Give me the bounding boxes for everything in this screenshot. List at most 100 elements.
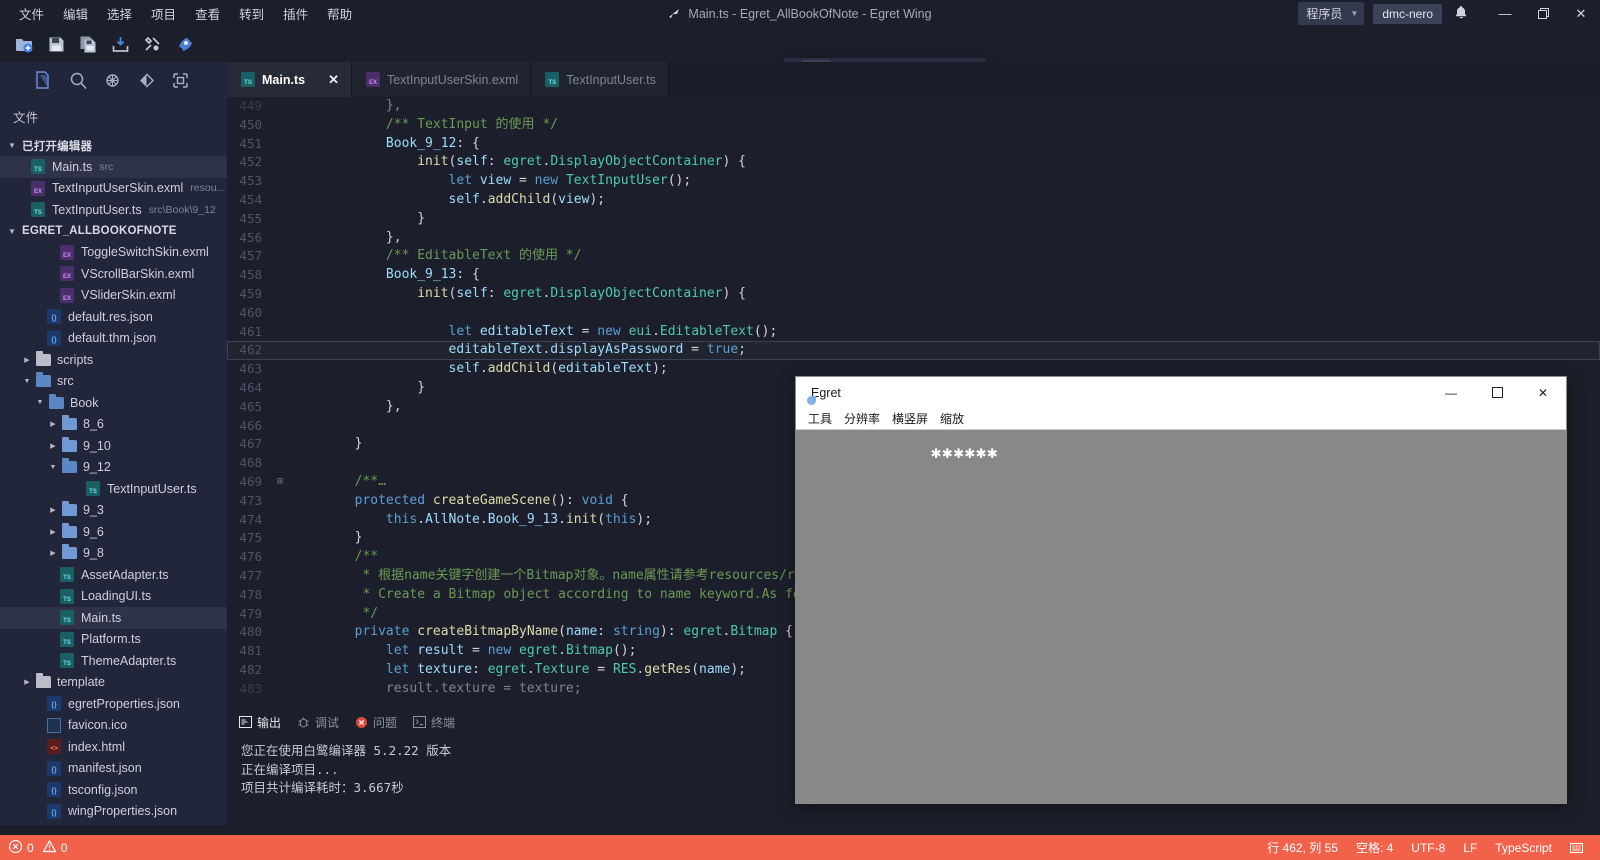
- chevron-right-icon[interactable]: ▶: [47, 442, 59, 450]
- code-line[interactable]: 458 Book_9_13: {: [227, 266, 1600, 285]
- panel-tab[interactable]: 终端: [413, 714, 455, 731]
- egret-minimize-button[interactable]: —: [1428, 377, 1474, 408]
- tree-file[interactable]: index.html: [0, 736, 227, 758]
- tree-file[interactable]: egretProperties.json: [0, 693, 227, 715]
- egret-maximize-button[interactable]: [1474, 377, 1520, 408]
- window-close-button[interactable]: ✕: [1562, 0, 1600, 27]
- fold-expand-icon[interactable]: ⊞: [272, 473, 288, 492]
- extensions-icon[interactable]: [168, 68, 192, 92]
- code-line[interactable]: 455 }: [227, 210, 1600, 229]
- code-line[interactable]: 449 },: [227, 97, 1600, 116]
- window-minimize-button[interactable]: —: [1486, 0, 1524, 27]
- encoding-setting[interactable]: UTF-8: [1402, 841, 1454, 855]
- menu-item-plugin[interactable]: 插件: [274, 0, 317, 27]
- chevron-down-icon[interactable]: ▼: [47, 464, 59, 471]
- egret-game-canvas[interactable]: ✱✱✱✱✱✱: [796, 430, 1566, 803]
- code-line[interactable]: 452 init(self: egret.DisplayObjectContai…: [227, 153, 1600, 172]
- window-maximize-button[interactable]: [1524, 0, 1562, 27]
- project-section-header[interactable]: ▼ EGRET_ALLBOOKOFNOTE: [0, 221, 227, 242]
- tree-file[interactable]: manifest.json: [0, 758, 227, 780]
- tree-file[interactable]: TextInputUser.ts: [0, 478, 227, 500]
- menu-item-help[interactable]: 帮助: [318, 0, 361, 27]
- chevron-right-icon[interactable]: ▶: [21, 678, 33, 686]
- menu-item-view[interactable]: 查看: [186, 0, 229, 27]
- egret-menu-item[interactable]: 工具: [802, 408, 838, 429]
- tree-folder[interactable]: ▶ scripts: [0, 349, 227, 371]
- chevron-right-icon[interactable]: ▶: [21, 356, 33, 364]
- tree-file[interactable]: VSliderSkin.exml: [0, 285, 227, 307]
- code-line-current[interactable]: 462 editableText.displayAsPassword = tru…: [227, 341, 1600, 361]
- code-line[interactable]: 461 let editableText = new eui.EditableT…: [227, 323, 1600, 342]
- code-line[interactable]: 451 Book_9_12: {: [227, 135, 1600, 154]
- chevron-right-icon[interactable]: ▶: [47, 506, 59, 514]
- panel-tab[interactable]: 问题: [355, 714, 397, 731]
- error-warning-indicator[interactable]: 0 0: [8, 839, 76, 856]
- tree-file[interactable]: ThemeAdapter.ts: [0, 650, 227, 672]
- tree-folder[interactable]: ▶ 9_10: [0, 435, 227, 457]
- menu-item-edit[interactable]: 编辑: [54, 0, 97, 27]
- panel-tab[interactable]: 调试: [297, 714, 339, 731]
- tree-folder[interactable]: ▼ 9_12: [0, 457, 227, 479]
- tree-folder[interactable]: ▶ 9_8: [0, 543, 227, 565]
- language-mode[interactable]: TypeScript: [1486, 841, 1561, 855]
- tree-file[interactable]: Main.ts: [0, 607, 227, 629]
- import-icon[interactable]: [106, 32, 134, 58]
- code-line[interactable]: 456 },: [227, 229, 1600, 248]
- menu-item-select[interactable]: 选择: [98, 0, 141, 27]
- indentation-setting[interactable]: 空格: 4: [1347, 839, 1402, 856]
- explorer-icon[interactable]: [32, 68, 56, 92]
- editor-tab[interactable]: TextInputUserSkin.exml: [351, 62, 532, 97]
- tree-file[interactable]: AssetAdapter.ts: [0, 564, 227, 586]
- eol-setting[interactable]: LF: [1454, 841, 1486, 855]
- panel-tab[interactable]: 输出: [239, 714, 281, 731]
- notification-icon[interactable]: [1561, 841, 1592, 854]
- tree-folder[interactable]: ▼ src: [0, 371, 227, 393]
- tree-file[interactable]: wingProperties.json: [0, 801, 227, 823]
- tree-file[interactable]: default.thm.json: [0, 328, 227, 350]
- egret-menu-item[interactable]: 横竖屏: [886, 408, 934, 429]
- editor-tab[interactable]: TextInputUser.ts: [531, 62, 669, 97]
- save-all-icon[interactable]: [74, 32, 102, 58]
- tree-folder[interactable]: ▶ 9_6: [0, 521, 227, 543]
- egret-preview-window[interactable]: Egret — ✕ 工具 分辨率 横竖屏 缩放 ✱✱✱✱✱✱: [795, 376, 1567, 804]
- tree-file[interactable]: VScrollBarSkin.exml: [0, 263, 227, 285]
- code-line[interactable]: 454 self.addChild(view);: [227, 191, 1600, 210]
- build-icon[interactable]: [138, 32, 166, 58]
- user-account-button[interactable]: dmc-nero: [1373, 3, 1442, 24]
- code-line[interactable]: 459 init(self: egret.DisplayObjectContai…: [227, 285, 1600, 304]
- tree-folder[interactable]: ▶ 9_3: [0, 500, 227, 522]
- tree-folder[interactable]: ▼ Book: [0, 392, 227, 414]
- code-line[interactable]: 453 let view = new TextInputUser();: [227, 172, 1600, 191]
- editor-tab-close-icon[interactable]: ✕: [328, 72, 339, 88]
- chevron-down-icon[interactable]: ▼: [34, 399, 46, 406]
- save-icon[interactable]: [42, 32, 70, 58]
- tree-file[interactable]: Platform.ts: [0, 629, 227, 651]
- debug-icon[interactable]: [100, 68, 124, 92]
- open-editor-item[interactable]: TextInputUser.ts src\Book\9_12: [0, 199, 227, 221]
- user-role-dropdown[interactable]: 程序员 ▼: [1298, 2, 1365, 25]
- cursor-position[interactable]: 行 462, 列 55: [1258, 839, 1347, 856]
- menu-item-file[interactable]: 文件: [10, 0, 53, 27]
- new-project-icon[interactable]: [10, 32, 38, 58]
- chevron-down-icon[interactable]: ▼: [21, 378, 33, 385]
- egret-menu-item[interactable]: 分辨率: [838, 408, 886, 429]
- tree-file[interactable]: tsconfig.json: [0, 779, 227, 801]
- tree-file[interactable]: LoadingUI.ts: [0, 586, 227, 608]
- code-line[interactable]: 450 /** TextInput 的使用 */: [227, 116, 1600, 135]
- tree-file[interactable]: default.res.json: [0, 306, 227, 328]
- menu-item-project[interactable]: 项目: [142, 0, 185, 27]
- tree-folder[interactable]: ▶ 8_6: [0, 414, 227, 436]
- menu-item-goto[interactable]: 转到: [230, 0, 273, 27]
- chevron-right-icon[interactable]: ▶: [47, 420, 59, 428]
- search-icon[interactable]: [66, 68, 90, 92]
- tree-file[interactable]: favicon.ico: [0, 715, 227, 737]
- notification-bell-icon[interactable]: [1454, 5, 1468, 23]
- code-line[interactable]: 460: [227, 304, 1600, 323]
- egret-menu-item[interactable]: 缩放: [934, 408, 970, 429]
- open-editors-section-header[interactable]: ▼ 已打开编辑器: [0, 135, 227, 156]
- open-editor-item[interactable]: Main.ts src: [0, 156, 227, 178]
- chevron-right-icon[interactable]: ▶: [47, 549, 59, 557]
- chevron-right-icon[interactable]: ▶: [47, 528, 59, 536]
- code-line[interactable]: 457 /** EditableText 的使用 */: [227, 247, 1600, 266]
- editor-tab[interactable]: Main.ts ✕: [227, 62, 352, 97]
